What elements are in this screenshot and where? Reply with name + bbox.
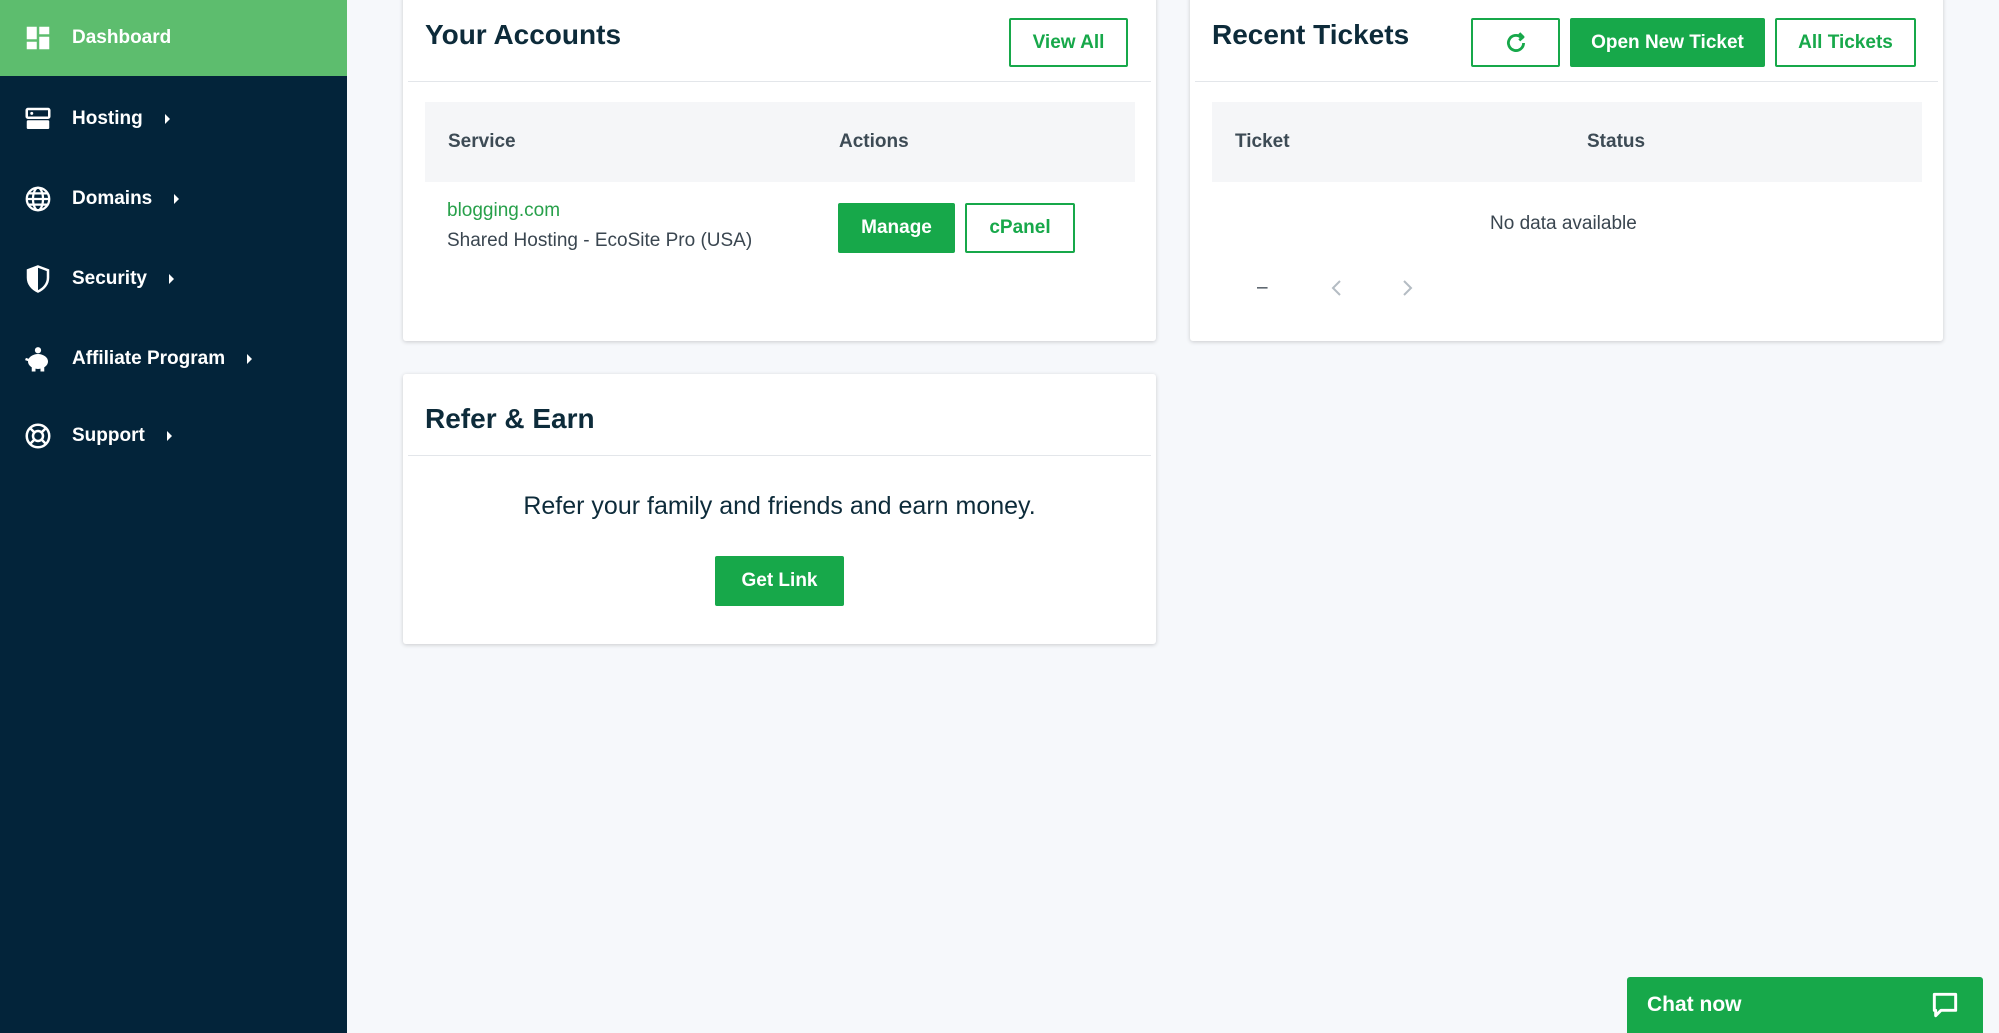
- sidebar-item-dashboard[interactable]: Dashboard: [0, 0, 347, 76]
- caret-right-icon: [174, 194, 180, 204]
- sidebar-item-label: Hosting: [72, 108, 143, 129]
- view-all-button[interactable]: View All: [1009, 18, 1128, 67]
- card-divider: [408, 455, 1151, 456]
- refer-description: Refer your family and friends and earn m…: [523, 492, 1036, 520]
- sidebar-item-label: Support: [72, 425, 145, 446]
- chat-bubble-icon: [1932, 992, 1958, 1018]
- column-header-status: Status: [1587, 131, 1646, 152]
- sidebar-item-label: Dashboard: [72, 27, 172, 48]
- caret-right-icon: [168, 274, 174, 284]
- card-divider: [408, 81, 1151, 82]
- service-link[interactable]: blogging.com: [447, 200, 560, 222]
- open-new-ticket-button[interactable]: Open New Ticket: [1570, 18, 1765, 67]
- dashboard-icon: [23, 23, 53, 53]
- cpanel-button[interactable]: cPanel: [965, 203, 1075, 253]
- accounts-table-header: Service Actions: [425, 102, 1135, 182]
- card-divider: [1195, 81, 1938, 82]
- pagination-range: –: [1257, 277, 1268, 298]
- sidebar: Dashboard Hosting Domains Security Affil…: [0, 0, 347, 1033]
- caret-right-icon: [166, 431, 172, 441]
- sidebar-item-label: Security: [72, 268, 147, 289]
- tickets-table-header: Ticket Status: [1212, 102, 1922, 182]
- refresh-icon: [1506, 31, 1525, 52]
- refer-title: Refer & Earn: [425, 403, 595, 434]
- sidebar-item-label: Affiliate Program: [72, 348, 226, 369]
- sidebar-item-security[interactable]: Security: [0, 241, 347, 317]
- chat-now-button[interactable]: Chat now: [1627, 977, 1983, 1033]
- caret-right-icon: [164, 114, 170, 124]
- column-header-ticket: Ticket: [1235, 131, 1290, 152]
- next-page-icon[interactable]: [1397, 278, 1417, 298]
- server-icon: [23, 104, 53, 134]
- globe-icon: [23, 184, 53, 214]
- refer-card: Refer & Earn Refer your family and frien…: [403, 374, 1156, 644]
- lifebuoy-icon: [23, 421, 53, 451]
- all-tickets-button[interactable]: All Tickets: [1775, 18, 1916, 67]
- sidebar-item-domains[interactable]: Domains: [0, 161, 347, 237]
- sidebar-item-affiliate-program[interactable]: Affiliate Program: [0, 321, 347, 397]
- empty-state-text: No data available: [1490, 213, 1637, 234]
- accounts-card: Your Accounts View All Service Actions b…: [403, 0, 1156, 341]
- manage-button[interactable]: Manage: [838, 203, 955, 253]
- column-header-actions: Actions: [839, 131, 909, 152]
- caret-right-icon: [247, 354, 253, 364]
- refresh-button[interactable]: [1471, 18, 1560, 67]
- tickets-title: Recent Tickets: [1212, 19, 1410, 50]
- sidebar-item-support[interactable]: Support: [0, 398, 347, 474]
- piggy-bank-icon: [23, 344, 53, 374]
- shield-icon: [23, 264, 53, 294]
- sidebar-item-label: Domains: [72, 188, 153, 209]
- sidebar-item-hosting[interactable]: Hosting: [0, 81, 347, 157]
- column-header-service: Service: [448, 131, 516, 152]
- tickets-card: Recent Tickets Open New Ticket All Ticke…: [1190, 0, 1943, 341]
- get-link-button[interactable]: Get Link: [715, 556, 844, 606]
- accounts-title: Your Accounts: [425, 19, 622, 50]
- service-plan: Shared Hosting - EcoSite Pro (USA): [447, 230, 753, 251]
- previous-page-icon[interactable]: [1327, 278, 1347, 298]
- chat-label: Chat now: [1647, 993, 1742, 1016]
